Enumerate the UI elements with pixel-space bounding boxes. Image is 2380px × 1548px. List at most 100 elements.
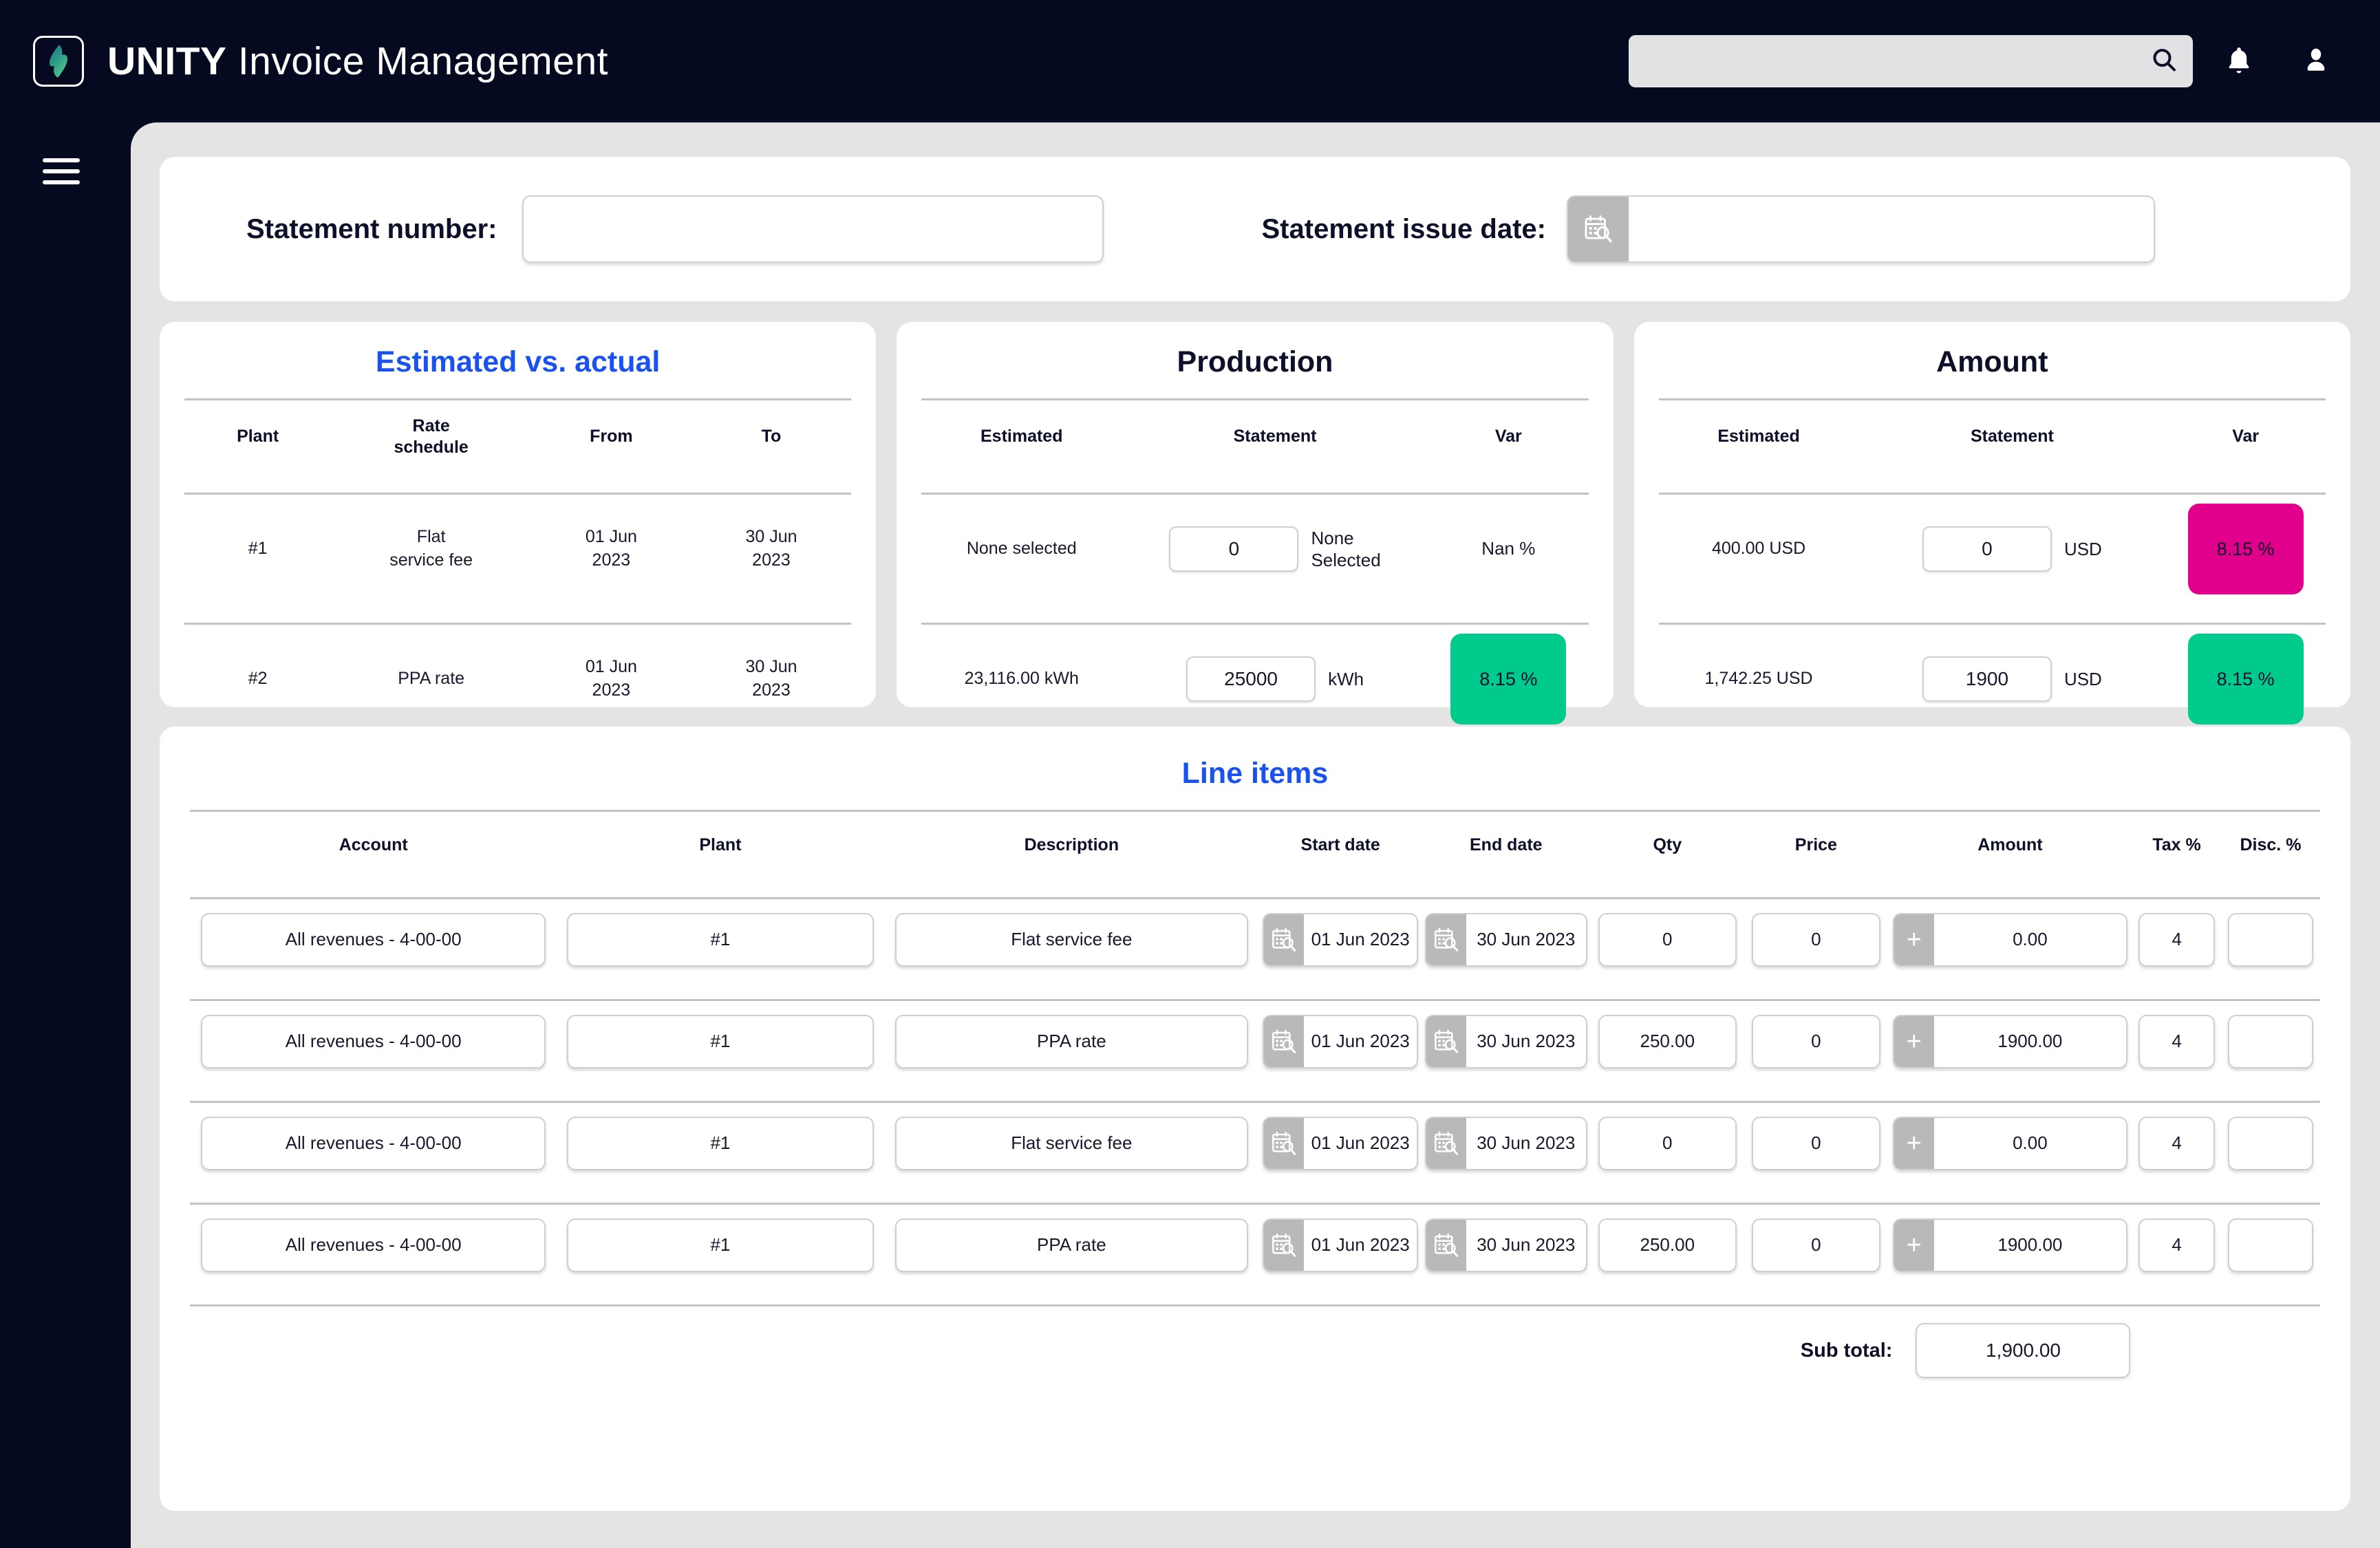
amount-value[interactable]: 1900.00 xyxy=(1934,1220,2126,1271)
statement-number-input[interactable] xyxy=(522,195,1104,263)
cell-qty: 250.00 xyxy=(1590,1218,1744,1272)
price-input[interactable]: 0 xyxy=(1751,1218,1881,1272)
calendar-search-icon[interactable] xyxy=(1426,1219,1467,1271)
statement-issue-date-input[interactable] xyxy=(1628,197,2154,261)
disc-input[interactable] xyxy=(2228,1116,2313,1170)
start-date-value[interactable]: 01 Jun 2023 xyxy=(1304,914,1417,965)
variance-value: Nan % xyxy=(1481,538,1536,559)
plus-icon[interactable]: + xyxy=(1894,914,1934,965)
plant-select[interactable]: #1 xyxy=(566,912,875,967)
plant-select[interactable]: #1 xyxy=(566,1218,875,1272)
production-statement-input[interactable] xyxy=(1169,526,1299,572)
search-icon[interactable] xyxy=(2150,46,2178,77)
amount-statement-input[interactable] xyxy=(1922,526,2052,572)
price-input[interactable]: 0 xyxy=(1751,1014,1881,1068)
subtotal-row: Sub total: 1,900.00 xyxy=(190,1307,2320,1395)
amount-value[interactable]: 1900.00 xyxy=(1934,1016,2126,1067)
calendar-search-icon[interactable] xyxy=(1426,1117,1467,1169)
account-select[interactable]: All revenues - 4-00-00 xyxy=(201,1218,546,1272)
table-row: All revenues - 4-00-00 #1 PPA rate 01 Ju… xyxy=(190,1205,2320,1285)
price-input[interactable]: 0 xyxy=(1751,912,1881,967)
end-date-value[interactable]: 30 Jun 2023 xyxy=(1466,1118,1585,1169)
line-items-header-row: Account Plant Description Start date End… xyxy=(190,812,2320,878)
cell-var: 8.15 % xyxy=(2165,634,2326,724)
search-input[interactable] xyxy=(1629,35,2193,87)
cell-qty: 0 xyxy=(1590,912,1744,967)
calendar-search-icon[interactable] xyxy=(1426,1015,1467,1067)
qty-input[interactable]: 0 xyxy=(1598,1116,1737,1170)
variance-badge: 8.15 % xyxy=(2187,504,2304,594)
column-header-start-date: Start date xyxy=(1300,835,1380,854)
estimated-vs-actual-title: Estimated vs. actual xyxy=(375,345,661,378)
amount-value[interactable]: 0.00 xyxy=(1934,1118,2126,1169)
tax-input[interactable]: 4 xyxy=(2138,912,2215,967)
tax-input[interactable]: 4 xyxy=(2138,1116,2215,1170)
description-input[interactable]: Flat service fee xyxy=(894,1116,1248,1170)
cell-amount: + 0.00 xyxy=(1888,1116,2133,1170)
description-input[interactable]: Flat service fee xyxy=(894,912,1248,967)
calendar-search-icon[interactable] xyxy=(1263,1219,1304,1271)
tax-input[interactable]: 4 xyxy=(2138,1218,2215,1272)
amount-value[interactable]: 0.00 xyxy=(1934,914,2126,965)
table-header-row: Estimated Statement Var xyxy=(1659,400,2326,473)
table-row: #2 PPA rate 01 Jun 2023 30 Jun 2023 xyxy=(184,625,851,733)
end-date-value[interactable]: 30 Jun 2023 xyxy=(1466,1220,1585,1271)
variance-badge: 8.15 % xyxy=(1450,634,1567,724)
table-row: All revenues - 4-00-00 #1 Flat service f… xyxy=(190,1103,2320,1183)
start-date-value[interactable]: 01 Jun 2023 xyxy=(1304,1016,1417,1067)
cell-start-date: 01 Jun 2023 xyxy=(1259,1116,1422,1170)
column-header-to: To xyxy=(761,427,782,447)
disc-input[interactable] xyxy=(2228,1218,2313,1272)
cell-tax: 4 xyxy=(2132,912,2221,967)
cell-plant: #2 xyxy=(248,669,268,689)
account-select[interactable]: All revenues - 4-00-00 xyxy=(201,1014,546,1068)
production-card: Production Estimated Statement Var None … xyxy=(897,322,1614,854)
cell-amount: + 0.00 xyxy=(1888,912,2133,967)
plus-icon[interactable]: + xyxy=(1894,1219,1934,1271)
cell-statement: NoneSelected xyxy=(1122,526,1428,572)
qty-input[interactable]: 0 xyxy=(1598,912,1737,967)
tax-input[interactable]: 4 xyxy=(2138,1014,2215,1068)
description-input[interactable]: PPA rate xyxy=(894,1014,1248,1068)
cell-description: PPA rate xyxy=(884,1014,1260,1068)
start-date-value[interactable]: 01 Jun 2023 xyxy=(1304,1220,1417,1271)
end-date-value[interactable]: 30 Jun 2023 xyxy=(1466,914,1585,965)
cell-tax: 4 xyxy=(2132,1014,2221,1068)
account-button[interactable] xyxy=(2285,30,2347,92)
notifications-button[interactable] xyxy=(2208,30,2270,92)
qty-input[interactable]: 250.00 xyxy=(1598,1014,1737,1068)
plant-select[interactable]: #1 xyxy=(566,1116,875,1170)
plus-icon[interactable]: + xyxy=(1894,1015,1934,1067)
statement-number-label: Statement number: xyxy=(246,213,497,244)
qty-input[interactable]: 250.00 xyxy=(1598,1218,1737,1272)
description-input[interactable]: PPA rate xyxy=(894,1218,1248,1272)
production-statement-input[interactable] xyxy=(1186,656,1316,702)
price-input[interactable]: 0 xyxy=(1751,1116,1881,1170)
calendar-search-icon[interactable] xyxy=(1567,197,1629,261)
calendar-search-icon[interactable] xyxy=(1426,914,1467,965)
disc-input[interactable] xyxy=(2228,1014,2313,1068)
line-items-body: All revenues - 4-00-00 #1 Flat service f… xyxy=(190,899,2320,1285)
account-select[interactable]: All revenues - 4-00-00 xyxy=(201,1116,546,1170)
amount-group: + 1900.00 xyxy=(1892,1218,2128,1272)
cell-statement: USD xyxy=(1858,526,2165,572)
end-date-group: 30 Jun 2023 xyxy=(1425,1014,1587,1068)
hamburger-icon[interactable] xyxy=(43,158,80,184)
amount-statement-input[interactable] xyxy=(1922,656,2052,702)
end-date-value[interactable]: 30 Jun 2023 xyxy=(1466,1016,1585,1067)
calendar-search-icon[interactable] xyxy=(1263,914,1304,965)
cell-disc xyxy=(2221,912,2320,967)
plus-icon[interactable]: + xyxy=(1894,1117,1934,1169)
calendar-search-icon[interactable] xyxy=(1263,1117,1304,1169)
calendar-search-icon[interactable] xyxy=(1263,1015,1304,1067)
search-box[interactable] xyxy=(1629,35,2193,87)
application-root: UNITY Invoice Management Statement numbe… xyxy=(0,0,2380,1548)
cell-rate-schedule: Flat service fee xyxy=(389,527,473,570)
account-select[interactable]: All revenues - 4-00-00 xyxy=(201,912,546,967)
start-date-value[interactable]: 01 Jun 2023 xyxy=(1304,1118,1417,1169)
cell-start-date: 01 Jun 2023 xyxy=(1259,912,1422,967)
plant-select[interactable]: #1 xyxy=(566,1014,875,1068)
disc-input[interactable] xyxy=(2228,912,2313,967)
table-row: 400.00 USD USD 8.15 % xyxy=(1659,495,2326,603)
cell-tax: 4 xyxy=(2132,1116,2221,1170)
